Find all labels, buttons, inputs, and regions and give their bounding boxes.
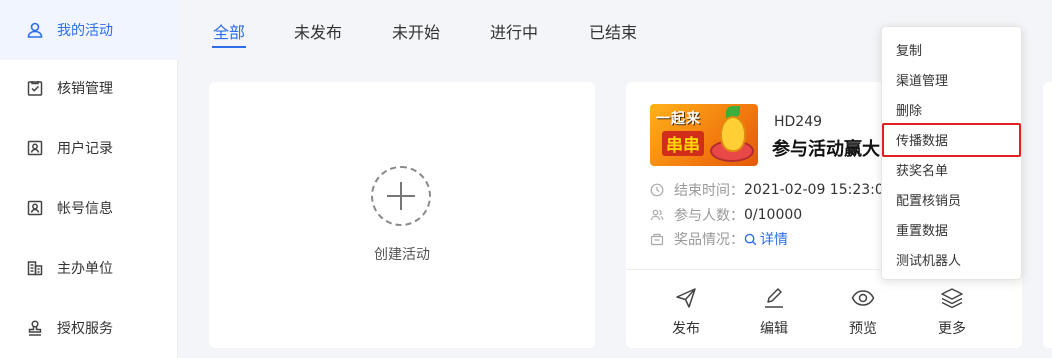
create-activity-label: 创建活动 (374, 247, 430, 263)
prize-row: 奖品情况： 详情 (650, 229, 788, 249)
sidebar-item-account-info[interactable]: 帐号信息 (0, 178, 178, 238)
participants-row: 参与人数： 0/10000 (650, 205, 802, 225)
plus-icon[interactable] (371, 166, 431, 226)
edit-label: 编辑 (760, 321, 788, 337)
tab-all[interactable]: 全部 (211, 19, 247, 49)
eye-icon (851, 290, 875, 306)
preview-label: 预览 (849, 321, 877, 337)
sidebar-item-label: 主办单位 (57, 261, 113, 277)
tab-ended[interactable]: 已结束 (589, 19, 637, 49)
tab-in-progress[interactable]: 进行中 (490, 19, 538, 49)
edit-icon (765, 288, 783, 308)
tab-unpublished[interactable]: 未发布 (294, 19, 342, 49)
sidebar-item-label: 授权服务 (57, 321, 113, 337)
menu-item-configure-verifier[interactable]: 配置核销员 (896, 190, 961, 209)
gift-icon (650, 232, 664, 246)
menu-item-test-robot[interactable]: 测试机器人 (896, 250, 961, 269)
end-time-value: 2021-02-09 15:23:00 (744, 182, 893, 198)
clipboard-check-icon (26, 79, 44, 97)
sidebar-item-my-activities[interactable]: 我的活动 (0, 0, 178, 60)
activity-id: HD249 (774, 114, 823, 130)
menu-item-share-data[interactable]: 传播数据 (896, 130, 948, 149)
clock-icon (650, 183, 664, 197)
prize-detail-link[interactable]: 详情 (744, 229, 788, 249)
edit-button[interactable]: 编辑 (744, 282, 804, 338)
search-icon (744, 233, 757, 245)
activity-title: 参与活动赢大 (772, 139, 880, 160)
prize-label: 奖品情况： (674, 232, 744, 248)
menu-item-delete[interactable]: 删除 (896, 100, 922, 119)
sidebar: 我的活动 核销管理 用户记录 帐号信息 主办单位 授权服务 (0, 0, 178, 358)
stamp-icon (26, 319, 44, 337)
sidebar-item-user-records[interactable]: 用户记录 (0, 118, 178, 178)
preview-button[interactable]: 预览 (833, 282, 893, 338)
sidebar-item-authorization[interactable]: 授权服务 (0, 298, 178, 358)
sidebar-item-label: 我的活动 (57, 23, 113, 39)
thumbnail-text: 一起来 (656, 111, 701, 127)
user-icon (26, 21, 44, 39)
activity-thumbnail[interactable]: 一起来 串串 (650, 104, 758, 166)
sidebar-item-verification[interactable]: 核销管理 (0, 58, 178, 118)
create-activity-card[interactable]: 创建活动 (209, 82, 595, 348)
menu-item-channel-management[interactable]: 渠道管理 (896, 70, 948, 89)
send-icon (676, 288, 696, 308)
sidebar-item-label: 核销管理 (57, 81, 113, 97)
sidebar-item-organizer[interactable]: 主办单位 (0, 238, 178, 298)
menu-item-winner-list[interactable]: 获奖名单 (896, 160, 948, 179)
more-button[interactable]: 更多 (922, 282, 982, 338)
next-activity-card (1043, 82, 1052, 348)
prize-detail-label: 详情 (760, 232, 788, 248)
more-label: 更多 (938, 321, 966, 337)
end-time-label: 结束时间： (674, 183, 744, 199)
building-icon (26, 259, 44, 277)
tab-not-started[interactable]: 未开始 (392, 19, 440, 49)
layers-icon (941, 288, 963, 309)
fruit-shape (720, 116, 746, 152)
menu-item-copy[interactable]: 复制 (896, 40, 922, 59)
end-time-row: 结束时间： 2021-02-09 15:23:00 (650, 180, 893, 200)
publish-button[interactable]: 发布 (656, 282, 716, 338)
thumbnail-text: 串串 (662, 131, 704, 156)
users-icon (650, 208, 664, 222)
more-dropdown-menu: 复制 渠道管理 删除 传播数据 获奖名单 配置核销员 重置数据 测试机器人 (881, 26, 1022, 280)
sidebar-item-label: 用户记录 (57, 141, 113, 157)
menu-item-reset-data[interactable]: 重置数据 (896, 220, 948, 239)
user-card-icon (26, 139, 44, 157)
participants-label: 参与人数： (674, 208, 744, 224)
publish-label: 发布 (672, 321, 700, 337)
account-card-icon (26, 199, 44, 217)
sidebar-item-label: 帐号信息 (57, 201, 113, 217)
participants-value: 0/10000 (744, 207, 803, 223)
